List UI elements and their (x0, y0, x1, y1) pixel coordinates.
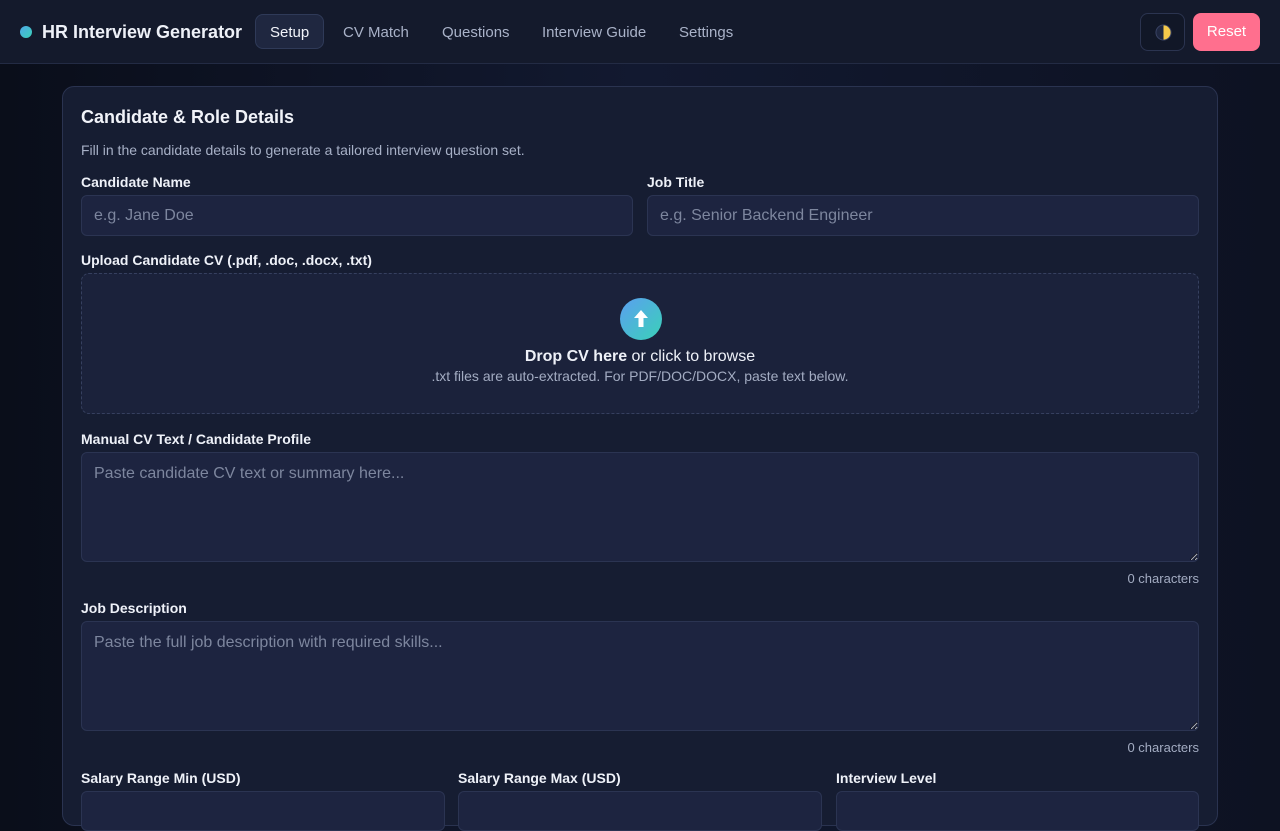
cv-text-textarea[interactable] (81, 452, 1199, 562)
card-subtitle: Fill in the candidate details to generat… (81, 142, 525, 158)
dropzone-prompt-rest: or click to browse (627, 348, 756, 365)
candidate-role-card: Candidate & Role Details Fill in the can… (62, 86, 1218, 831)
salary-max-label: Salary Range Max (USD) (458, 770, 621, 786)
tab-settings[interactable]: Settings (664, 14, 748, 49)
app-title: HR Interview Generator (42, 22, 243, 42)
job-description-label: Job Description (81, 600, 187, 616)
brand-dot-icon (20, 26, 32, 38)
cv-text-char-count: 0 characters (1127, 571, 1199, 586)
dropzone-hint: .txt files are auto-extracted. For PDF/D… (431, 368, 849, 384)
job-description-char-count: 0 characters (1127, 740, 1199, 755)
card-title: Candidate & Role Details (81, 107, 295, 127)
job-title-input[interactable] (647, 195, 1199, 236)
dropzone-prompt-bold: Drop CV here (524, 348, 628, 365)
salary-min-input[interactable] (81, 791, 445, 831)
cv-dropzone[interactable]: Drop CV here or click to browse .txt fil… (81, 273, 1199, 414)
interview-level-select[interactable] (836, 791, 1199, 831)
job-title-label: Job Title (647, 174, 705, 190)
candidate-name-input[interactable] (81, 195, 633, 236)
top-bar: HR Interview Generator Setup CV Match Qu… (0, 0, 1280, 64)
upload-cv-label: Upload Candidate CV (.pdf, .doc, .docx, … (81, 252, 372, 268)
upload-icon-badge (620, 298, 662, 340)
half-moon-icon (1155, 24, 1172, 41)
tab-interview-guide[interactable]: Interview Guide (527, 14, 661, 49)
reset-button[interactable]: Reset (1193, 13, 1260, 51)
tab-questions[interactable]: Questions (427, 14, 525, 49)
theme-toggle-button[interactable] (1140, 13, 1185, 51)
salary-max-input[interactable] (458, 791, 822, 831)
candidate-name-label: Candidate Name (81, 174, 191, 190)
tab-setup[interactable]: Setup (255, 14, 325, 49)
dropzone-prompt: Drop CV here or click to browse (82, 348, 1198, 366)
job-description-textarea[interactable] (81, 621, 1199, 731)
upload-arrow-icon (634, 310, 648, 327)
cv-text-label: Manual CV Text / Candidate Profile (81, 431, 312, 447)
interview-level-label: Interview Level (836, 770, 937, 786)
salary-min-label: Salary Range Min (USD) (81, 770, 241, 786)
tab-cv-match[interactable]: CV Match (328, 14, 424, 49)
